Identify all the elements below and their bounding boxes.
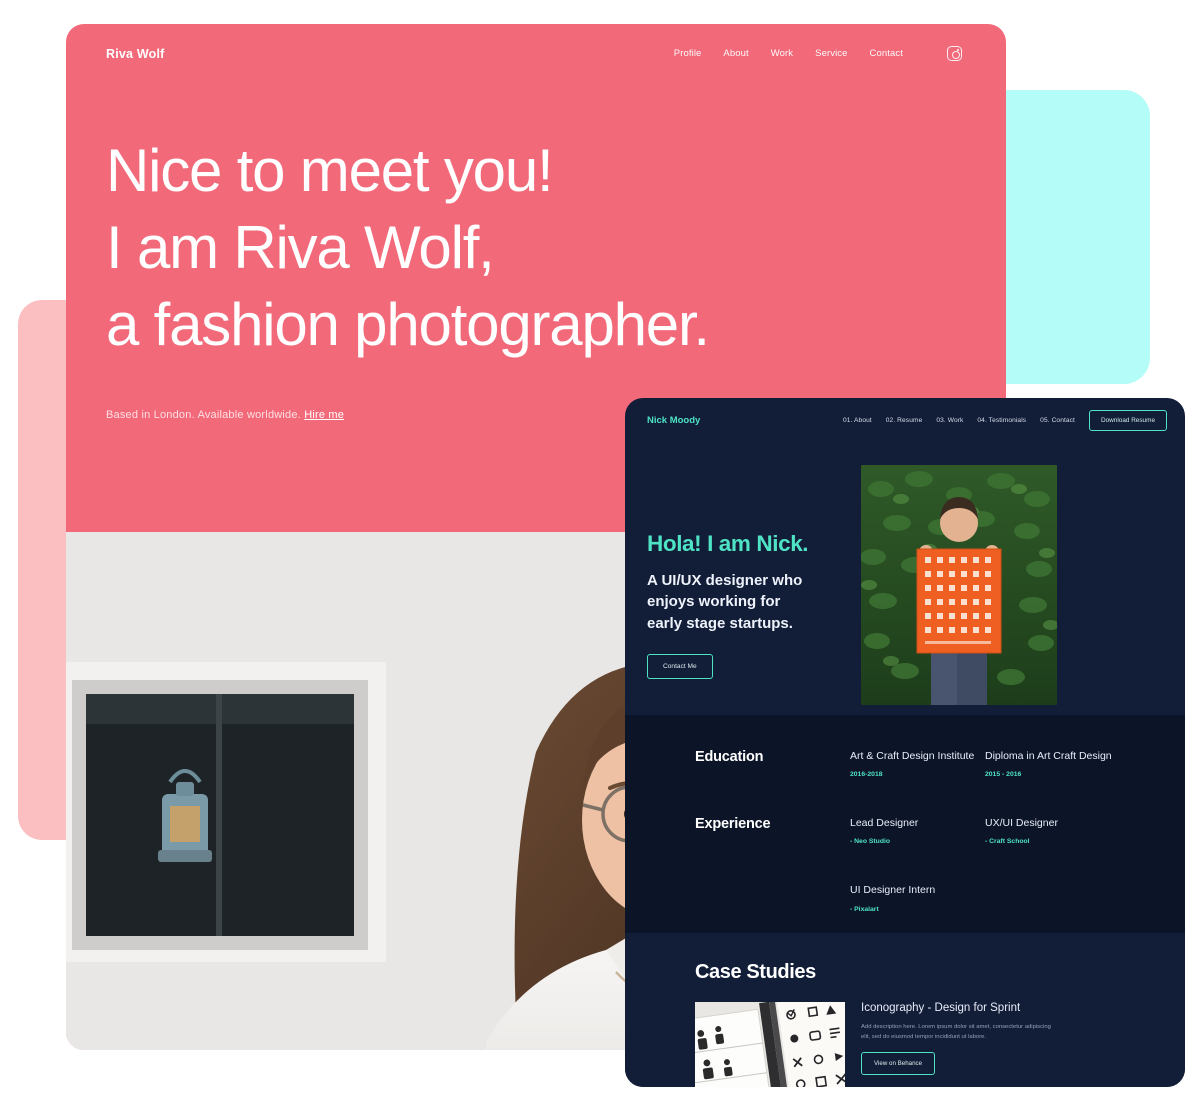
nav-item-contact[interactable]: Contact — [870, 48, 903, 59]
resume-row-experience-extra: UI Designer Intern - Pixalart — [695, 883, 1163, 912]
pink-logo[interactable]: Riva Wolf — [106, 47, 165, 61]
education-entry-1-years: 2016-2018 — [850, 771, 883, 779]
dark-hero-subtitle: A UI/UX designer who enjoys working for … — [647, 572, 803, 632]
resume-row-education: Education Art & Craft Design Institute 2… — [695, 749, 1163, 778]
dark-hero: Hola! I am Nick. A UI/UX designer who en… — [625, 431, 1185, 705]
education-entry-1-title: Art & Craft Design Institute — [850, 750, 975, 762]
dark-logo[interactable]: Nick Moody — [647, 415, 700, 426]
pink-nav-links: Profile About Work Service Contact — [674, 48, 903, 59]
dark-hero-photo — [861, 465, 1057, 705]
pink-navbar: Riva Wolf Profile About Work Service Con… — [66, 24, 1006, 61]
case-study-item: Iconography - Design for Sprint Add desc… — [695, 1002, 1163, 1087]
download-resume-button[interactable]: Download Resume — [1089, 410, 1167, 431]
experience-entry-2-title: UX/UI Designer — [985, 817, 1058, 830]
case-study-description: Add description here. Lorem ipsum dolor … — [861, 1024, 1051, 1041]
dark-nav-item-about[interactable]: 01. About — [843, 417, 872, 424]
experience-entry-2: UX/UI Designer - Craft School — [985, 816, 1120, 845]
tagline-text: Based in London. Available worldwide. — [106, 409, 305, 422]
dark-nav-item-work[interactable]: 03. Work — [936, 417, 963, 424]
nav-item-profile[interactable]: Profile — [674, 48, 702, 59]
education-entry-2-years: 2015 - 2016 — [985, 771, 1022, 779]
resume-row-experience: Experience Lead Designer - Neo Studio UX… — [695, 816, 1163, 845]
experience-entry-1-company: - Neo Studio — [850, 838, 891, 846]
resume-band: Education Art & Craft Design Institute 2… — [625, 715, 1185, 933]
experience-entry-1: Lead Designer - Neo Studio — [850, 816, 985, 845]
pink-hero: Nice to meet you! I am Riva Wolf, a fash… — [66, 61, 1006, 421]
experience-label: Experience — [695, 816, 771, 833]
case-studies-section: Case Studies Iconography - Design for Sp… — [625, 933, 1185, 1087]
contact-me-button[interactable]: Contact Me — [647, 653, 713, 679]
case-studies-heading: Case Studies — [695, 961, 816, 983]
experience-entry-2-company: - Craft School — [985, 838, 1030, 846]
experience-entry-3-company: - Pixalart — [850, 905, 879, 913]
instagram-icon[interactable] — [947, 46, 962, 61]
page-title: Nice to meet you! I am Riva Wolf, a fash… — [106, 137, 710, 358]
hire-me-link[interactable]: Hire me — [304, 409, 344, 421]
dark-portfolio-card: Nick Moody 01. About 02. Resume 03. Work… — [625, 398, 1185, 1087]
nav-item-service[interactable]: Service — [815, 48, 847, 59]
dark-nav-item-resume[interactable]: 02. Resume — [886, 417, 923, 424]
view-on-behance-button[interactable]: View on Behance — [861, 1052, 936, 1076]
dark-nav-links: 01. About 02. Resume 03. Work 04. Testim… — [843, 417, 1075, 424]
dark-nav-item-contact[interactable]: 05. Contact — [1040, 417, 1075, 424]
case-study-title: Iconography - Design for Sprint — [861, 1002, 1021, 1014]
nav-item-work[interactable]: Work — [771, 48, 793, 59]
experience-entry-3-title: UI Designer Intern — [850, 884, 936, 897]
dark-nav-item-testimonials[interactable]: 04. Testimonials — [977, 417, 1026, 424]
dark-nav-right: 01. About 02. Resume 03. Work 04. Testim… — [843, 410, 1167, 431]
man-with-poster-illustration — [861, 465, 1057, 705]
education-entry-1: Art & Craft Design Institute 2016-2018 — [850, 749, 985, 778]
experience-entry-3: UI Designer Intern - Pixalart — [850, 883, 985, 912]
sketchbook-icons-illustration — [695, 1002, 845, 1087]
screenshot-stage: Riva Wolf Profile About Work Service Con… — [0, 0, 1200, 1111]
education-label: Education — [695, 749, 764, 765]
case-study-thumbnail[interactable] — [695, 1002, 845, 1087]
experience-entry-1-title: Lead Designer — [850, 817, 919, 830]
dark-hero-text: Hola! I am Nick. A UI/UX designer who en… — [647, 465, 843, 705]
education-entry-2-title: Diploma in Art Craft Design — [985, 750, 1112, 762]
dark-navbar: Nick Moody 01. About 02. Resume 03. Work… — [625, 398, 1185, 431]
education-entry-2: Diploma in Art Craft Design 2015 - 2016 — [985, 749, 1120, 778]
pink-nav-right: Profile About Work Service Contact — [674, 46, 962, 61]
dark-hero-greeting: Hola! I am Nick. — [647, 531, 809, 556]
case-study-details: Iconography - Design for Sprint Add desc… — [861, 1002, 1057, 1087]
nav-item-about[interactable]: About — [723, 48, 748, 59]
